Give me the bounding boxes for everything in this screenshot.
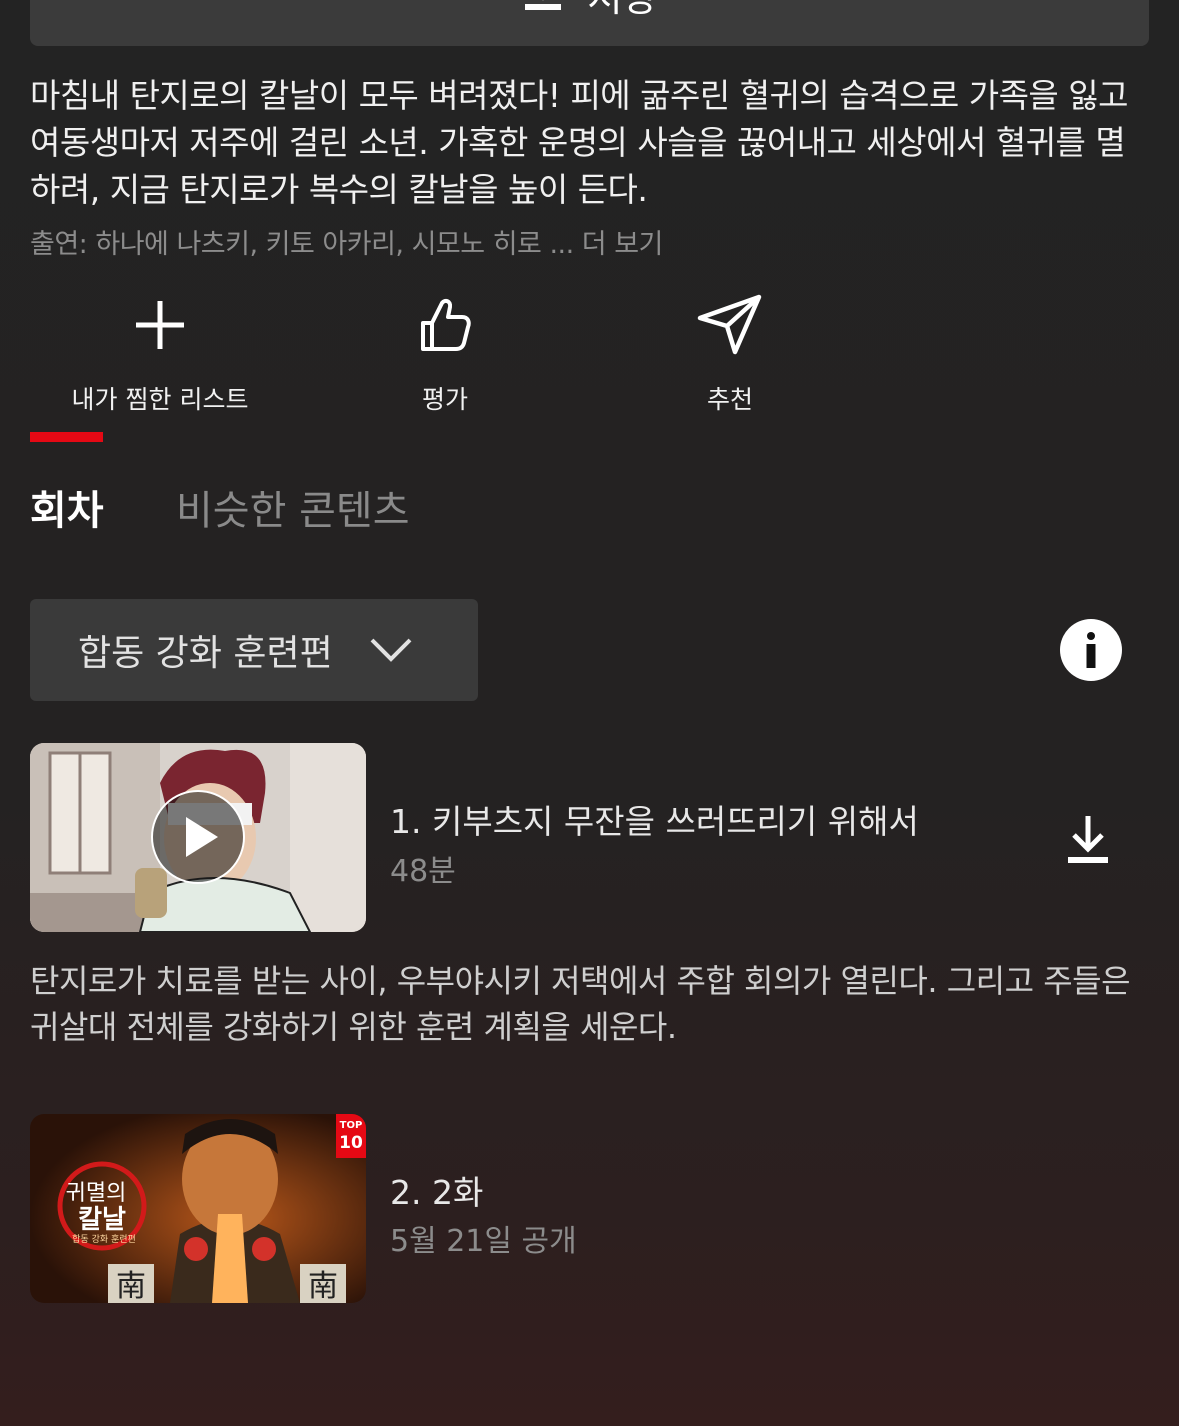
recommend-button[interactable]: 추천 bbox=[600, 290, 860, 416]
season-selector-label: 합동 강화 훈련편 bbox=[78, 633, 333, 674]
svg-text:합동 강화 훈련편: 합동 강화 훈련편 bbox=[72, 1233, 136, 1245]
episode-1-download-icon[interactable] bbox=[1062, 814, 1114, 868]
episode-1-thumbnail[interactable] bbox=[30, 743, 366, 932]
svg-text:칼날: 칼날 bbox=[78, 1205, 126, 1235]
chevron-down-icon bbox=[369, 628, 413, 672]
tab-similar-content[interactable]: 비슷한 콘텐츠 bbox=[176, 478, 410, 536]
recommend-label: 추천 bbox=[706, 385, 753, 414]
synopsis-text: 마침내 탄지로의 칼날이 모두 벼려졌다! 피에 굶주린 혈귀의 습격으로 가족… bbox=[30, 76, 1129, 209]
episode-1-duration: 48분 bbox=[390, 854, 456, 889]
info-icon[interactable] bbox=[1060, 619, 1122, 681]
episode-2-title[interactable]: 2. 2화 bbox=[390, 1166, 483, 1214]
episode-1-title[interactable]: 1. 키부츠지 무잔을 쓰러뜨리기 위해서 bbox=[390, 795, 919, 843]
thumbs-up-icon bbox=[410, 290, 480, 360]
episode-1-description: 탄지로가 치료를 받는 사이, 우부야시키 저택에서 주합 회의가 열린다. 그… bbox=[30, 962, 1131, 1046]
download-button[interactable]: 저장 bbox=[30, 0, 1149, 46]
svg-text:南: 南 bbox=[116, 1269, 146, 1303]
send-icon bbox=[695, 290, 765, 360]
svg-text:귀멸의: 귀멸의 bbox=[66, 1181, 127, 1206]
download-button-label: 저장 bbox=[588, 0, 658, 18]
my-list-label: 내가 찜한 리스트 bbox=[71, 385, 249, 414]
rate-button[interactable]: 평가 bbox=[315, 290, 575, 416]
tab-episodes[interactable]: 회차 bbox=[30, 478, 104, 536]
download-icon bbox=[522, 0, 564, 18]
episode-2-thumbnail[interactable]: 南 南 귀멸의 칼날 합동 강화 훈련편 TOP 10 bbox=[30, 1114, 366, 1303]
svg-text:TOP: TOP bbox=[340, 1120, 363, 1131]
active-tab-indicator bbox=[30, 432, 103, 442]
svg-text:南: 南 bbox=[308, 1269, 338, 1303]
my-list-button[interactable]: 내가 찜한 리스트 bbox=[30, 290, 290, 416]
rate-label: 평가 bbox=[421, 385, 468, 414]
svg-text:10: 10 bbox=[339, 1133, 363, 1153]
cast-text[interactable]: 출연: 하나에 나츠키, 키토 아카리, 시모노 히로 ... 더 보기 bbox=[30, 222, 663, 261]
season-selector[interactable]: 합동 강화 훈련편 bbox=[30, 599, 478, 701]
plus-icon bbox=[125, 290, 195, 360]
episode-2-release-date: 5월 21일 공개 bbox=[390, 1224, 577, 1259]
